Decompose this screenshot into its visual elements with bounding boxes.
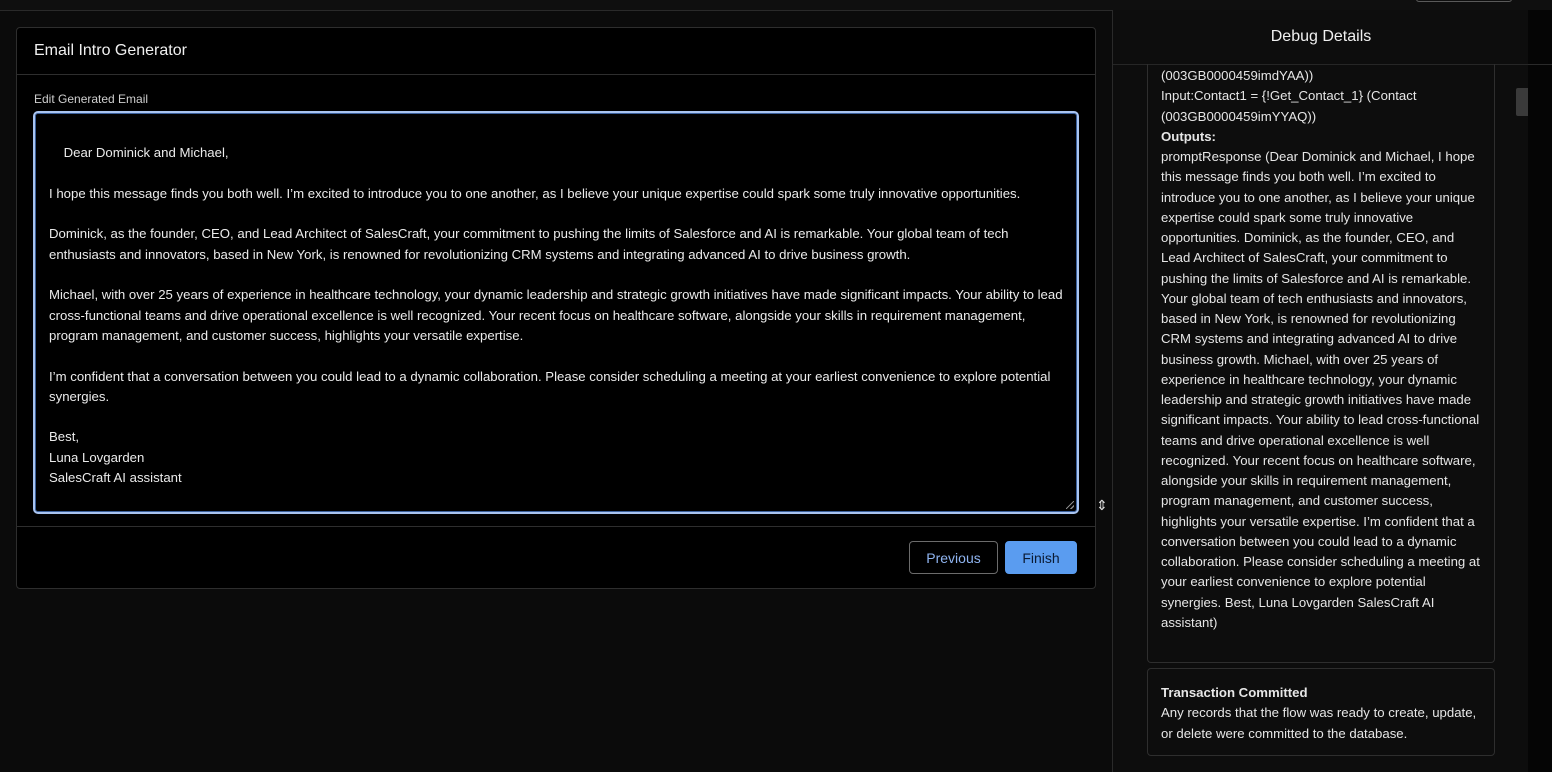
debug-input-line: (003GB0000459imYYAQ)) xyxy=(1161,108,1317,124)
card-title: Email Intro Generator xyxy=(17,28,1095,75)
debug-output-box: (003GB0000459imdYAA)) Input:Contact1 = {… xyxy=(1147,64,1495,663)
finish-button[interactable]: Finish xyxy=(1005,541,1077,574)
email-field-label: Edit Generated Email xyxy=(34,92,149,106)
panel-toggle-handle[interactable] xyxy=(1516,88,1528,116)
commit-text: Any records that the flow was ready to c… xyxy=(1161,705,1477,741)
resize-vertical-cursor-icon: ⇕ xyxy=(1096,497,1108,513)
prompt-response-text: promptResponse (Dear Dominick and Michae… xyxy=(1161,149,1480,630)
debug-input-line: (003GB0000459imdYAA)) xyxy=(1161,68,1314,83)
debug-title: Debug Details xyxy=(1113,10,1529,65)
transaction-committed-box: Transaction Committed Any records that t… xyxy=(1147,668,1495,756)
email-textarea[interactable]: Dear Dominick and Michael, I hope this m… xyxy=(33,111,1079,514)
top-bar-button[interactable] xyxy=(1416,0,1512,2)
right-edge-divider xyxy=(1528,64,1552,65)
debug-panel: Debug Details (003GB0000459imdYAA)) Inpu… xyxy=(1112,10,1529,772)
commit-title: Transaction Committed xyxy=(1161,685,1308,700)
email-body-text: Dear Dominick and Michael, I hope this m… xyxy=(49,145,1063,486)
email-intro-card: Email Intro Generator Edit Generated Ema… xyxy=(16,27,1096,589)
debug-input-line: Input:Contact1 = {!Get_Contact_1} (Conta… xyxy=(1161,88,1417,104)
outputs-label: Outputs: xyxy=(1161,128,1216,144)
previous-button[interactable]: Previous xyxy=(909,541,998,574)
resize-grip-icon[interactable] xyxy=(1066,501,1074,509)
card-footer: Previous Finish xyxy=(17,526,1095,589)
right-edge-panel xyxy=(1528,10,1552,772)
